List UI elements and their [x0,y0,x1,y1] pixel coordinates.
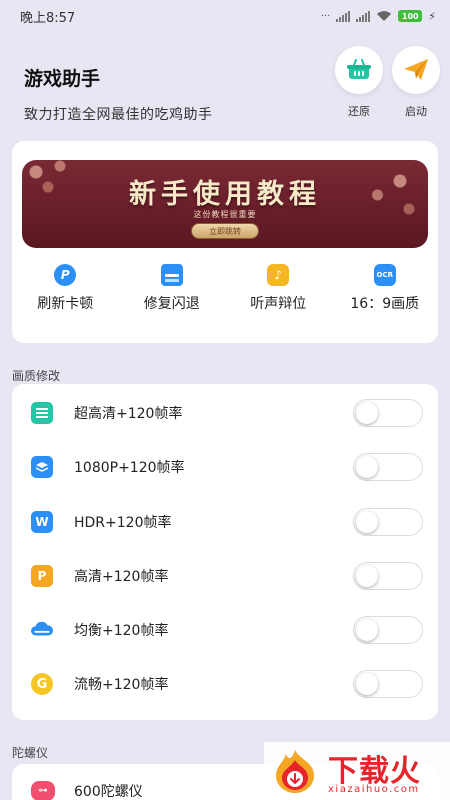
w-letter-icon: W [31,511,53,533]
signal-icon-2 [356,10,371,22]
status-icons: ··· 100 ⚡ [321,10,436,23]
restore-button[interactable]: 还原 [335,46,383,119]
quick-action-aspect[interactable]: OCR 16：9画质 [332,264,439,313]
gyro-icon: ⊶ [31,781,55,800]
quick-action-label: 修复闪退 [143,296,200,312]
quality-item-uhd: 超高清+120帧率 [12,386,438,440]
toggle-knob [356,402,378,424]
stack-icon [160,264,183,286]
ocr-icon: OCR [373,264,396,286]
toggle-knob [356,511,378,533]
watermark: 下载火 xiazaihuo.com [264,742,450,800]
quality-item-hdr: W HDR+120帧率 [12,495,438,549]
signal-icon [336,10,351,22]
tutorial-banner[interactable]: 新手使用教程 这份教程很重要 立即跳转 [22,160,428,248]
dots-icon: ··· [320,10,331,22]
launch-button[interactable]: 启动 [392,46,440,119]
toggle-knob [356,673,378,695]
quality-toggle[interactable] [353,453,423,481]
basket-icon [347,59,371,79]
p-letter-icon: P [31,565,53,587]
quick-action-label: 刷新卡顿 [37,296,94,312]
status-time: 晚上8:57 [20,10,76,26]
quality-item-1080p: 1080P+120帧率 [12,440,438,494]
cloud-icon [31,619,53,641]
gyro-section-title: 陀螺仪 [12,746,49,760]
banner-title: 新手使用教程 [129,179,321,210]
quality-item-smooth: G 流畅+120帧率 [12,657,438,711]
quality-toggle[interactable] [353,508,423,536]
quality-toggle[interactable] [353,616,423,644]
quality-item-balanced: 均衡+120帧率 [12,603,438,657]
quick-action-label: 听声辩位 [250,296,307,312]
restore-button-label: 还原 [348,105,370,118]
launch-button-circle[interactable] [392,46,440,94]
quality-item-label: 高清+120帧率 [74,569,169,585]
quick-action-refresh[interactable]: P 刷新卡顿 [12,264,119,313]
status-bar: 晚上8:57 ··· 100 ⚡ [0,0,450,32]
audio-icon: ♪ [267,264,290,286]
paper-plane-icon [404,59,428,80]
toggle-knob [356,456,378,478]
wifi-icon [377,11,392,21]
quick-actions-row: P 刷新卡顿 修复闪退 ♪ 听声辩位 OCR 16：9画质 [12,264,438,313]
gyro-item-label: 600陀螺仪 [74,784,143,800]
page-title: 游戏助手 [24,68,101,90]
banner-jump-button[interactable]: 立即跳转 [191,223,259,239]
quality-toggle[interactable] [353,399,423,427]
battery-icon: 100 [398,10,423,22]
quick-action-audio[interactable]: ♪ 听声辩位 [225,264,332,313]
quality-item-label: HDR+120帧率 [74,515,172,531]
toggle-knob [356,565,378,587]
p-badge-icon: P [54,264,77,286]
quality-item-label: 流畅+120帧率 [74,677,169,693]
quality-toggle[interactable] [353,670,423,698]
charging-icon: ⚡ [428,9,436,23]
quality-item-label: 超高清+120帧率 [74,406,183,422]
banner-subtitle: 这份教程很重要 [193,210,257,219]
quality-item-label: 均衡+120帧率 [74,623,169,639]
quality-section-title: 画质修改 [12,369,61,383]
quick-action-fix-crash[interactable]: 修复闪退 [119,264,226,313]
watermark-url: xiazaihuo.com [328,784,420,795]
toggle-knob [356,619,378,641]
quality-item-hd: P 高清+120帧率 [12,549,438,603]
layers-icon [31,456,53,478]
launch-button-label: 启动 [405,105,427,118]
page-subtitle: 致力打造全网最佳的吃鸡助手 [24,107,213,123]
quality-item-label: 1080P+120帧率 [74,460,185,476]
restore-button-circle[interactable] [335,46,383,94]
flame-logo-icon [276,750,314,793]
quick-action-label: 16：9画质 [350,296,420,312]
document-icon [31,402,53,424]
quality-toggle[interactable] [353,562,423,590]
g-letter-icon: G [31,673,53,695]
